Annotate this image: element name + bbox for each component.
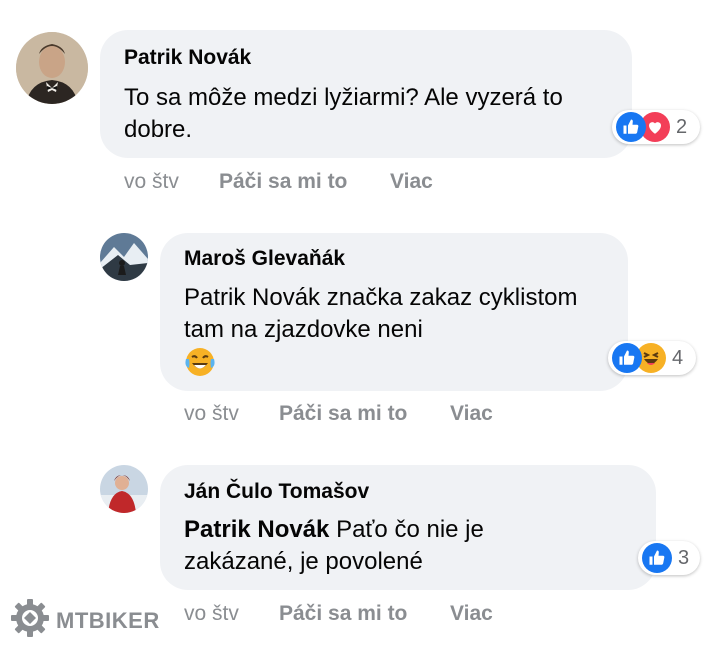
more-button[interactable]: Viac: [450, 602, 493, 626]
like-icon: [642, 543, 672, 573]
comment-author[interactable]: Ján Čulo Tomašov: [184, 480, 369, 504]
avatar[interactable]: [100, 465, 148, 513]
comment-time[interactable]: vo štv: [184, 602, 239, 626]
comment-actions: vo štv Páči sa mi to Viac: [184, 402, 584, 428]
like-icon: [612, 343, 642, 373]
avatar[interactable]: [16, 32, 88, 104]
more-button[interactable]: Viac: [390, 170, 433, 194]
reaction-count: 2: [676, 115, 688, 138]
like-button[interactable]: Páči sa mi to: [279, 402, 407, 426]
watermark-text: MTBIKER: [56, 607, 160, 633]
comment-author[interactable]: Maroš Glevaňák: [184, 247, 345, 271]
comment-text: To sa môže medzi lyžiarmi? Ale vyzerá to…: [124, 84, 563, 143]
comment-time[interactable]: vo štv: [184, 402, 239, 426]
reaction-summary[interactable]: 2: [612, 110, 700, 144]
comment-text: Patrik Novák značka zakaz cyklistom tam …: [184, 282, 604, 387]
comment-text: Patrik Novák Paťo čo nie je zakázané, je…: [184, 514, 584, 578]
like-icon: [616, 112, 646, 142]
reaction-count: 4: [672, 346, 684, 369]
avatar[interactable]: [100, 233, 148, 281]
comment-author[interactable]: Patrik Novák: [124, 46, 251, 70]
reaction-count: 3: [678, 546, 690, 569]
comment-actions: vo štv Páči sa mi to Viac: [124, 170, 524, 196]
reaction-summary[interactable]: 4: [608, 341, 696, 375]
reaction-summary[interactable]: 3: [638, 541, 700, 575]
like-button[interactable]: Páči sa mi to: [219, 170, 347, 194]
mention-link[interactable]: Patrik Novák: [184, 516, 329, 543]
comment-text-content: Patrik Novák značka zakaz cyklistom tam …: [184, 284, 578, 343]
more-button[interactable]: Viac: [450, 402, 493, 426]
comment-actions: vo štv Páči sa mi to Viac: [184, 602, 584, 628]
watermark: MTBIKER: [10, 598, 160, 643]
like-button[interactable]: Páči sa mi to: [279, 602, 407, 626]
tears-of-joy-emoji-icon: [184, 346, 216, 387]
gear-icon: [10, 598, 50, 643]
comment-time[interactable]: vo štv: [124, 170, 179, 194]
